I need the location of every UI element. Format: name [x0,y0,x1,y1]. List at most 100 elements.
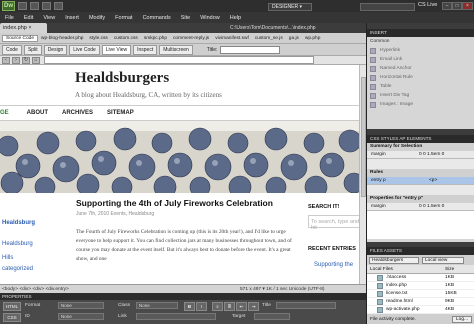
files-panel-header[interactable]: FILES ASSETS [367,247,474,255]
related-file[interactable]: style.css [86,36,110,41]
class-select[interactable]: None [136,302,178,309]
file-row[interactable]: .htaccess 1KB [367,274,474,282]
maximize-button[interactable]: □ [452,2,462,10]
bold-button[interactable]: B [184,302,195,311]
nav-item-home[interactable]: GE [0,110,9,116]
email-icon [370,56,376,63]
insert-item[interactable]: Named Anchor [367,64,474,73]
indent-icon[interactable]: ⇥ [248,302,259,311]
design-view-button[interactable]: Design [43,44,68,55]
workspace-switcher[interactable]: DESIGNER ▾ [268,3,312,11]
nav-item-sitemap[interactable]: SITEMAP [107,110,134,116]
vertical-scrollbar[interactable] [359,65,366,284]
file-row[interactable]: readme.html 9KB [367,298,474,306]
back-icon[interactable]: ‹ [2,56,10,64]
related-file[interactable]: comment-reply.js [170,36,212,41]
unordered-list-icon[interactable]: ≡ [212,302,223,311]
target-select[interactable] [254,313,290,320]
gear-icon[interactable] [54,2,63,10]
log-button[interactable]: Log... [451,315,472,323]
menu-modify[interactable]: Modify [84,15,110,21]
close-button[interactable]: × [462,2,473,10]
insert-item[interactable]: Images : Image [367,100,474,109]
related-file[interactable]: custom.css [111,36,141,41]
html-props-button[interactable]: HTML [3,302,21,311]
menu-site[interactable]: Site [176,15,195,21]
menu-view[interactable]: View [38,15,60,21]
help-search-input[interactable] [360,3,415,11]
multiscreen-button[interactable]: Multiscreen [159,44,193,55]
insert-panel-header[interactable]: INSERT [367,29,474,37]
site-select[interactable]: Healdsburgers [369,256,419,264]
insert-item[interactable]: Email Link [367,55,474,64]
italic-button[interactable]: I [196,302,207,311]
nav-item-archives[interactable]: ARCHIVES [62,110,93,116]
title-input[interactable] [220,45,281,54]
panel-dock: INSERT Common Hyperlink Email Link Named… [366,23,474,324]
related-file[interactable]: smkpc.php [141,36,170,41]
menu-window[interactable]: Window [195,15,225,21]
css-property-row[interactable]: margin 0 0 1.5em 0 [367,151,474,159]
site-icon[interactable] [42,2,51,10]
extend-icon[interactable] [30,2,39,10]
file-row[interactable]: wp-activate.php 4KB [367,306,474,314]
address-input[interactable] [44,56,314,64]
css-property-row[interactable]: margin 0 0 1.5em 0 [367,203,474,211]
inspect-button[interactable]: Inspect [133,44,158,55]
sidebar-link[interactable]: Healdsburg [2,220,35,226]
menu-help[interactable]: Help [225,15,246,21]
related-file[interactable]: wp.php [302,36,323,41]
menu-insert[interactable]: Insert [60,15,84,21]
size-column[interactable]: Size [445,267,454,272]
view-select[interactable]: Local view [422,256,464,264]
outdent-icon[interactable]: ⇤ [236,302,247,311]
layout-icon[interactable] [18,2,27,10]
image-icon [370,101,376,108]
css-props-button[interactable]: CSS [3,313,21,322]
sidebar-link[interactable]: Healdsburg [2,241,33,247]
live-view-button[interactable]: Live View [101,44,132,55]
id-select[interactable]: None [58,313,104,320]
related-file-source[interactable]: Source Code [2,34,38,42]
related-file[interactable]: wp-blog-header.php [38,36,86,41]
css-rule-row[interactable]: entry p <p> [367,177,474,185]
ordered-list-icon[interactable]: ≣ [224,302,235,311]
css-panel-header[interactable]: CSS STYLES AP ELEMENTS [367,135,474,143]
recent-entries-heading: RECENT ENTRIES [308,246,356,252]
file-row[interactable]: license.txt 15KB [367,290,474,298]
insert-item[interactable]: Table [367,82,474,91]
insert-item[interactable]: Horizontal Rule [367,73,474,82]
tag-selector[interactable]: <body> <div> <div> <div.entry> [2,287,69,292]
code-view-button[interactable]: Code [2,44,22,55]
menu-file[interactable]: File [0,15,19,21]
format-select[interactable]: None [58,302,104,309]
sidebar-link[interactable]: categorized [2,266,33,272]
local-files-column[interactable]: Local Files [367,267,445,272]
minimize-button[interactable]: – [442,2,452,10]
split-view-button[interactable]: Split [23,44,42,55]
recent-entry-link[interactable]: Supporting the [314,262,353,268]
nav-item-about[interactable]: ABOUT [27,110,48,116]
related-file[interactable]: vivimanifest.swf [212,36,252,41]
refresh-icon[interactable]: ↻ [22,56,30,64]
home-icon[interactable]: ⌂ [32,56,40,64]
related-file[interactable]: ga.js [286,36,302,41]
document-tab[interactable]: index.php × [0,23,47,33]
menu-format[interactable]: Format [110,15,137,21]
forward-icon[interactable]: › [12,56,20,64]
live-code-button[interactable]: Live Code [69,44,100,55]
post-title[interactable]: Supporting the 4th of July Fireworks Cel… [76,198,273,208]
menu-edit[interactable]: Edit [19,15,38,21]
format-label: Format [25,303,41,308]
insert-item[interactable]: Hyperlink [367,46,474,55]
title-input[interactable] [276,302,336,309]
related-file[interactable]: custom_se.js [252,36,286,41]
link-input[interactable] [136,313,216,320]
cs-live-button[interactable]: CS Live [418,2,437,8]
insert-item[interactable]: Insert Div Tag [367,91,474,100]
file-row[interactable]: index.php 1KB [367,282,474,290]
insert-category-select[interactable]: Common [367,37,474,46]
sidebar-link[interactable]: Hills [2,255,13,261]
menu-commands[interactable]: Commands [138,15,176,21]
site-search-input[interactable]: To search, type and hit [308,215,363,231]
